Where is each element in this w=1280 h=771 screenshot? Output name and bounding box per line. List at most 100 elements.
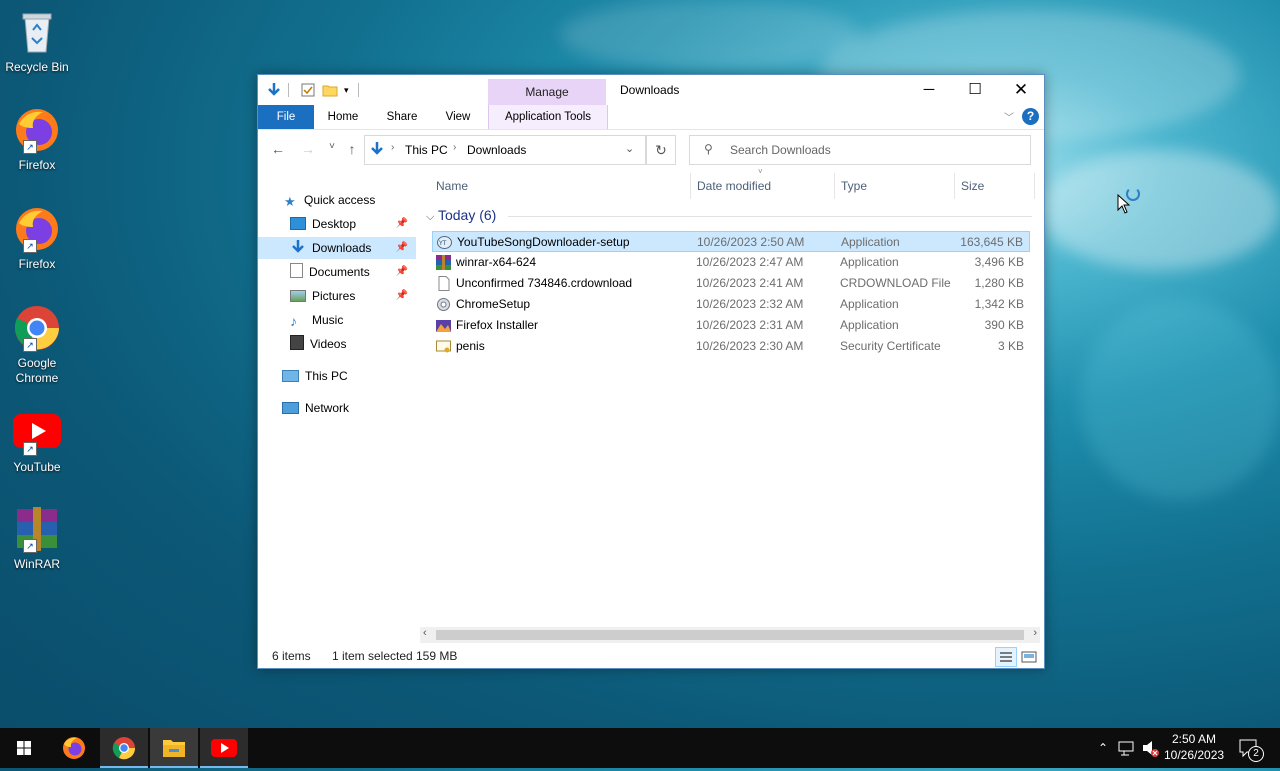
column-header-size[interactable]: Size: [961, 175, 984, 197]
desktop-icon-label: YouTube: [13, 460, 61, 474]
minimize-button[interactable]: ─: [906, 75, 952, 105]
clock[interactable]: 2:50 AM 10/26/2023: [1164, 728, 1224, 768]
nav-item-downloads[interactable]: Downloads 📌: [258, 237, 416, 259]
network-status-icon[interactable]: [1116, 728, 1138, 768]
column-header-name[interactable]: Name: [436, 175, 468, 197]
firefox-icon: [63, 737, 85, 759]
address-bar[interactable]: › This PC › Downloads ⌄: [364, 135, 646, 165]
desktop-icon-winrar[interactable]: ↗ WinRAR: [2, 505, 72, 571]
firefox-icon: ↗: [13, 106, 61, 154]
search-input[interactable]: Search Downloads: [730, 143, 831, 157]
winrar-icon: ↗: [13, 505, 61, 553]
taskbar-firefox[interactable]: [50, 728, 98, 768]
nav-item-videos[interactable]: Videos: [258, 333, 416, 355]
blank-file-icon: [436, 276, 451, 291]
file-date: 10/26/2023 2:50 AM: [697, 235, 805, 249]
horizontal-scrollbar[interactable]: ‹ ›: [420, 627, 1040, 643]
computer-icon: [282, 370, 299, 382]
column-header-type[interactable]: Type: [841, 175, 867, 197]
recent-locations-icon[interactable]: ˅: [322, 141, 342, 159]
desktop-icon-firefox-2[interactable]: ↗ Firefox: [2, 205, 72, 271]
desktop-icon-google-chrome[interactable]: ↗ Google Chrome: [2, 304, 72, 386]
volume-muted-icon[interactable]: [1140, 728, 1162, 768]
breadcrumb-downloads[interactable]: Downloads: [467, 143, 526, 157]
nav-item-network[interactable]: Network: [258, 397, 416, 419]
scroll-left-icon[interactable]: ‹: [423, 627, 427, 639]
chevron-down-icon[interactable]: ⌄: [625, 142, 634, 155]
close-button[interactable]: ✕: [998, 75, 1044, 105]
file-row[interactable]: YT YouTubeSongDownloader-setup 10/26/202…: [432, 231, 1030, 252]
tab-view[interactable]: View: [436, 105, 480, 129]
search-box[interactable]: ⚲ Search Downloads: [689, 135, 1031, 165]
nav-item-music[interactable]: ♪ Music: [258, 309, 416, 331]
desktop-icon-firefox[interactable]: ↗ Firefox: [2, 106, 72, 172]
pin-icon[interactable]: 📌: [396, 285, 408, 307]
downloads-icon: [290, 239, 306, 253]
taskbar-chrome[interactable]: [100, 728, 148, 768]
maximize-button[interactable]: ☐: [952, 75, 998, 105]
file-name: penis: [456, 339, 485, 353]
recycle-bin-icon: [13, 8, 61, 56]
up-button[interactable]: ↑: [342, 141, 362, 159]
tab-application-tools[interactable]: Application Tools: [488, 105, 608, 129]
scrollbar-thumb[interactable]: [436, 630, 1024, 640]
back-button[interactable]: ←: [268, 141, 288, 159]
desktop-icon-label: Firefox: [18, 158, 56, 172]
show-hidden-icons-button[interactable]: ⌃: [1094, 728, 1112, 768]
tab-file[interactable]: File: [258, 105, 314, 129]
customize-toolbar-icon[interactable]: ▾: [344, 85, 349, 101]
desktop-icon-youtube[interactable]: ↗ YouTube: [2, 408, 72, 474]
column-separator: [1034, 173, 1035, 199]
file-row[interactable]: ChromeSetup 10/26/2023 2:32 AM Applicati…: [432, 294, 1030, 315]
group-header[interactable]: ⌵ Today (6): [426, 207, 496, 224]
desktop-icon-recycle-bin[interactable]: Recycle Bin: [2, 8, 72, 74]
desktop-icon-label: Recycle Bin: [5, 60, 69, 74]
winrar-icon: [436, 255, 451, 270]
file-size: 1,342 KB: [974, 297, 1024, 311]
nav-item-desktop[interactable]: Desktop 📌: [258, 213, 416, 235]
taskbar-youtube[interactable]: [200, 728, 248, 768]
taskbar-file-explorer[interactable]: [150, 728, 198, 768]
windows-logo-icon: [17, 741, 31, 755]
manage-tab[interactable]: Manage: [488, 79, 606, 105]
file-row[interactable]: Unconfirmed 734846.crdownload 10/26/2023…: [432, 273, 1030, 294]
start-button[interactable]: [0, 728, 48, 768]
expand-ribbon-icon[interactable]: ﹀: [1004, 109, 1014, 124]
nav-item-pictures[interactable]: Pictures 📌: [258, 285, 416, 307]
scroll-right-icon[interactable]: ›: [1033, 627, 1037, 639]
status-bar: 6 items 1 item selected 159 MB: [258, 645, 1044, 667]
pin-icon[interactable]: 📌: [396, 261, 408, 283]
breadcrumb-this-pc[interactable]: This PC: [405, 143, 448, 157]
pictures-icon: [290, 290, 306, 302]
address-row: ← → ˅ ↑ › This PC › Downloads ⌄ ↻ ⚲ Sear…: [258, 133, 1044, 167]
nav-item-documents[interactable]: Documents 📌: [258, 261, 416, 283]
forward-button[interactable]: →: [298, 141, 318, 159]
large-icons-view-button[interactable]: [1018, 647, 1040, 667]
folder-icon: [163, 740, 185, 757]
new-folder-icon[interactable]: [322, 82, 338, 98]
pin-icon[interactable]: 📌: [396, 237, 408, 259]
selection-size: 159 MB: [416, 649, 458, 663]
nav-item-quick-access[interactable]: ★ Quick access: [258, 189, 416, 211]
refresh-button[interactable]: ↻: [646, 135, 676, 165]
shortcut-arrow-icon: ↗: [23, 239, 37, 253]
file-date: 10/26/2023 2:41 AM: [696, 276, 804, 290]
clock-date: 10/26/2023: [1164, 748, 1225, 762]
file-row[interactable]: penis 10/26/2023 2:30 AM Security Certif…: [432, 336, 1030, 357]
action-center-button[interactable]: 2: [1234, 728, 1264, 768]
nav-item-this-pc[interactable]: This PC: [258, 365, 416, 387]
properties-icon[interactable]: [300, 82, 316, 98]
details-view-button[interactable]: [995, 647, 1017, 667]
column-header-date-modified[interactable]: Date modified: [697, 175, 771, 197]
pin-icon[interactable]: 📌: [396, 213, 408, 235]
file-name: Unconfirmed 734846.crdownload: [456, 276, 633, 290]
file-date: 10/26/2023 2:31 AM: [696, 318, 804, 332]
nav-label: This PC: [305, 369, 348, 383]
file-row[interactable]: Firefox Installer 10/26/2023 2:31 AM App…: [432, 315, 1030, 336]
tab-share[interactable]: Share: [378, 105, 426, 129]
tab-home[interactable]: Home: [320, 105, 366, 129]
item-count: 6 items: [272, 649, 311, 663]
help-icon[interactable]: ?: [1022, 108, 1039, 125]
file-row[interactable]: winrar-x64-624 10/26/2023 2:47 AM Applic…: [432, 252, 1030, 273]
quick-access-properties-icon[interactable]: [266, 82, 282, 98]
